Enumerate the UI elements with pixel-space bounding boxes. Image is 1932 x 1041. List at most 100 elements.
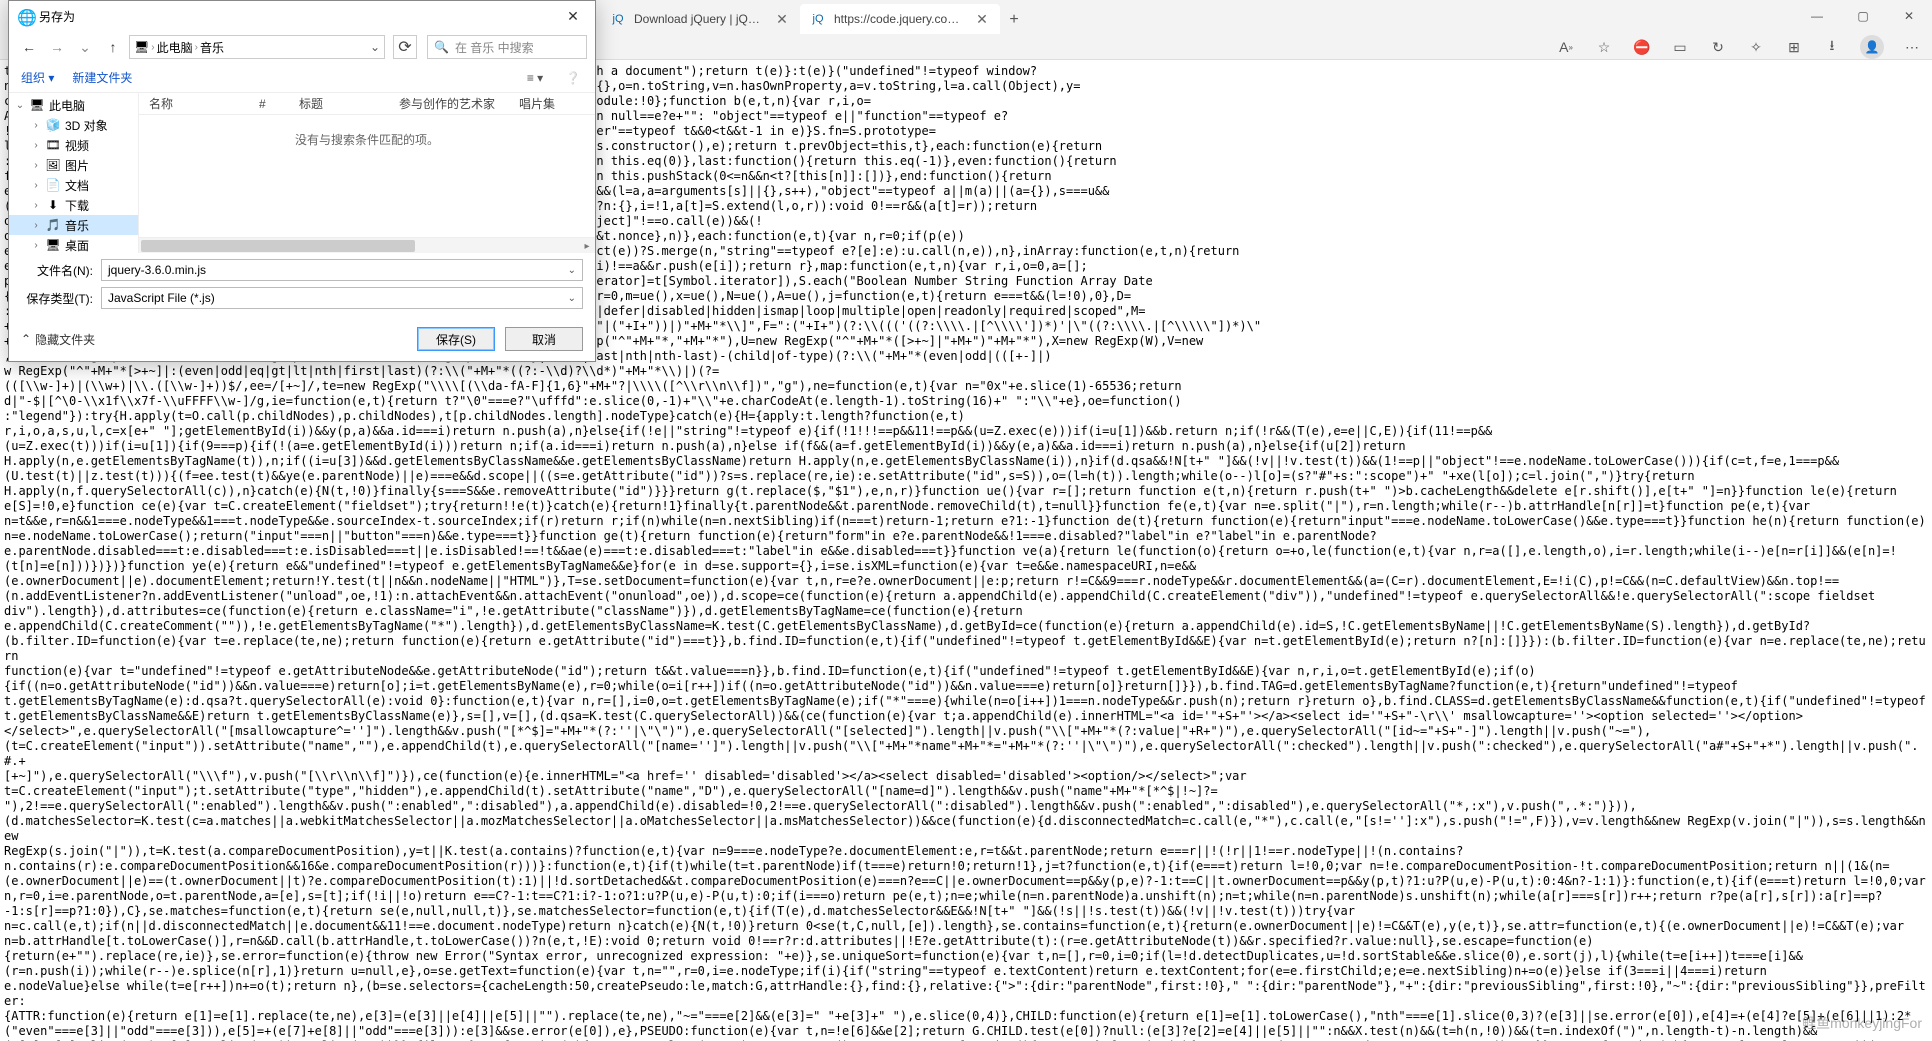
jquery-favicon: jQ xyxy=(810,11,826,27)
tree-label: 下载 xyxy=(65,197,89,214)
recent-locations-dropdown[interactable]: ⌄ xyxy=(73,35,97,59)
profile-avatar[interactable]: 👤 xyxy=(1860,35,1884,59)
folder-icon: ⬇ xyxy=(45,198,61,212)
search-icon: 🔍 xyxy=(434,40,449,54)
col-album[interactable]: 唱片集 xyxy=(509,95,569,112)
organize-menu[interactable]: 组织 ▾ xyxy=(21,69,54,86)
adblock-icon[interactable]: ⛔ xyxy=(1632,37,1652,57)
tab-label: Download jQuery | jQuery xyxy=(634,12,766,26)
tab-label: https://code.jquery.com/jquery- xyxy=(834,12,966,26)
col-artist[interactable]: 参与创作的艺术家 xyxy=(389,95,509,112)
dialog-title: 另存为 xyxy=(39,8,559,25)
refresh-button[interactable]: ⟳ xyxy=(393,35,417,59)
chevron-right-icon[interactable]: › xyxy=(31,240,41,251)
scroll-thumb[interactable] xyxy=(141,240,415,252)
crumb-leaf[interactable]: 音乐 xyxy=(200,39,224,56)
horizontal-scrollbar[interactable]: ◂ ▸ xyxy=(139,237,595,253)
window-controls: — ▢ ✕ xyxy=(1794,0,1932,32)
sync-icon[interactable]: ↻ xyxy=(1708,37,1728,57)
cancel-button[interactable]: 取消 xyxy=(505,327,583,351)
minimize-button[interactable]: — xyxy=(1794,0,1840,32)
col-name[interactable]: 名称 xyxy=(139,95,249,112)
filename-label: 文件名(N): xyxy=(21,262,93,279)
extensions-icon[interactable]: ⊞ xyxy=(1784,37,1804,57)
new-tab-button[interactable]: + xyxy=(1000,6,1028,34)
view-options-icon[interactable]: ≡ ▾ xyxy=(525,71,545,85)
favorite-icon[interactable]: ☆ xyxy=(1594,37,1614,57)
pc-icon: 🖥 xyxy=(134,40,149,54)
read-aloud-icon[interactable]: A» xyxy=(1556,37,1576,57)
tree-item[interactable]: ›🎞视频 xyxy=(9,135,138,155)
filename-value: jquery-3.6.0.min.js xyxy=(108,263,206,277)
filetype-value: JavaScript File (*.js) xyxy=(108,291,215,305)
chevron-up-icon: ⌃ xyxy=(21,332,31,346)
folder-icon: 📄 xyxy=(45,178,61,192)
tree-item[interactable]: ›🧊3D 对象 xyxy=(9,115,138,135)
chevron-down-icon[interactable]: ⌄ xyxy=(370,40,380,54)
app-icon: 🌐 xyxy=(17,8,33,24)
col-track[interactable]: # xyxy=(249,97,289,111)
tree-label: 音乐 xyxy=(65,217,89,234)
file-pane: 名称 # 标题 参与创作的艺术家 唱片集 没有与搜索条件匹配的项。 ◂ ▸ xyxy=(139,93,595,253)
chevron-right-icon[interactable]: › xyxy=(31,120,41,131)
tab-jquery-download[interactable]: jQ Download jQuery | jQuery ✕ xyxy=(600,4,800,34)
col-title[interactable]: 标题 xyxy=(289,95,389,112)
tree-this-pc[interactable]: ⌄ 🖥 此电脑 xyxy=(9,95,138,115)
close-window-button[interactable]: ✕ xyxy=(1886,0,1932,32)
empty-message: 没有与搜索条件匹配的项。 xyxy=(139,115,595,237)
dialog-footer: ⌃ 隐藏文件夹 保存(S) 取消 xyxy=(9,321,595,361)
filename-input[interactable]: jquery-3.6.0.min.js ⌄ xyxy=(101,259,583,281)
jquery-favicon: jQ xyxy=(610,11,626,27)
tree-label: 3D 对象 xyxy=(65,117,108,134)
save-as-dialog: 🌐 另存为 ✕ ← → ⌄ ↑ 🖥 › 此电脑 › 音乐 ⌄ ⟳ 🔍 在 音乐 … xyxy=(8,0,596,362)
dialog-toolbar: 组织 ▾ 新建文件夹 ≡ ▾ ❔ xyxy=(9,63,595,93)
pc-icon: 🖥 xyxy=(29,98,45,112)
tree-item[interactable]: › 🖼 图片 xyxy=(9,155,138,175)
more-icon[interactable]: ⋯ xyxy=(1902,37,1922,57)
chevron-down-icon[interactable]: ⌄ xyxy=(568,265,576,276)
chevron-down-icon[interactable]: ⌄ xyxy=(568,293,576,304)
tree-item[interactable]: › ⬇ 下载 xyxy=(9,195,138,215)
help-icon[interactable]: ❔ xyxy=(563,71,583,85)
downloads-icon[interactable]: ⭳ xyxy=(1822,37,1842,57)
back-button[interactable]: ← xyxy=(17,35,41,59)
search-input[interactable]: 🔍 在 音乐 中搜索 xyxy=(427,35,587,59)
folder-icon: 🖥 xyxy=(45,238,61,252)
up-button[interactable]: ↑ xyxy=(101,35,125,59)
dialog-fields: 文件名(N): jquery-3.6.0.min.js ⌄ 保存类型(T): J… xyxy=(9,253,595,321)
chevron-right-icon: › xyxy=(195,42,198,53)
tree-label: 此电脑 xyxy=(49,97,85,114)
scroll-right-icon[interactable]: ▸ xyxy=(579,238,595,254)
column-headers[interactable]: 名称 # 标题 参与创作的艺术家 唱片集 xyxy=(139,93,595,115)
filetype-select[interactable]: JavaScript File (*.js) ⌄ xyxy=(101,287,583,309)
chevron-right-icon[interactable]: › xyxy=(31,180,41,191)
watermark: 鲤鱼monkeyjingFor xyxy=(1802,1013,1922,1033)
hide-folders-toggle[interactable]: ⌃ 隐藏文件夹 xyxy=(21,331,95,348)
chevron-right-icon[interactable]: › xyxy=(31,200,41,211)
crumb-root[interactable]: 此电脑 xyxy=(157,39,193,56)
chevron-down-icon[interactable]: ⌄ xyxy=(15,100,25,111)
forward-button[interactable]: → xyxy=(45,35,69,59)
new-folder-button[interactable]: 新建文件夹 xyxy=(72,69,132,86)
tree-item[interactable]: › 📄 文档 xyxy=(9,175,138,195)
collections-icon[interactable]: ▭ xyxy=(1670,37,1690,57)
tree-label: 图片 xyxy=(65,157,89,174)
breadcrumb[interactable]: 🖥 › 此电脑 › 音乐 ⌄ xyxy=(129,35,385,59)
save-button[interactable]: 保存(S) xyxy=(417,327,495,351)
close-icon[interactable]: ✕ xyxy=(559,2,587,30)
close-icon[interactable]: ✕ xyxy=(774,11,790,27)
favorites-bar-icon[interactable]: ✧ xyxy=(1746,37,1766,57)
nav-row: ← → ⌄ ↑ 🖥 › 此电脑 › 音乐 ⌄ ⟳ 🔍 在 音乐 中搜索 xyxy=(9,31,595,63)
folder-icon: 🖼 xyxy=(45,158,61,172)
tab-jquery-code[interactable]: jQ https://code.jquery.com/jquery- ✕ xyxy=(800,4,1000,34)
chevron-right-icon[interactable]: › xyxy=(31,160,41,171)
folder-icon: 🎞 xyxy=(45,138,61,152)
chevron-right-icon: › xyxy=(151,42,154,53)
tree-label: 文档 xyxy=(65,177,89,194)
tree-item[interactable]: › 🎵 音乐 xyxy=(9,215,138,235)
chevron-right-icon[interactable]: › xyxy=(31,220,41,231)
chevron-right-icon[interactable]: › xyxy=(31,140,41,151)
maximize-button[interactable]: ▢ xyxy=(1840,0,1886,32)
folder-icon: 🎵 xyxy=(45,218,61,232)
close-icon[interactable]: ✕ xyxy=(974,11,990,27)
